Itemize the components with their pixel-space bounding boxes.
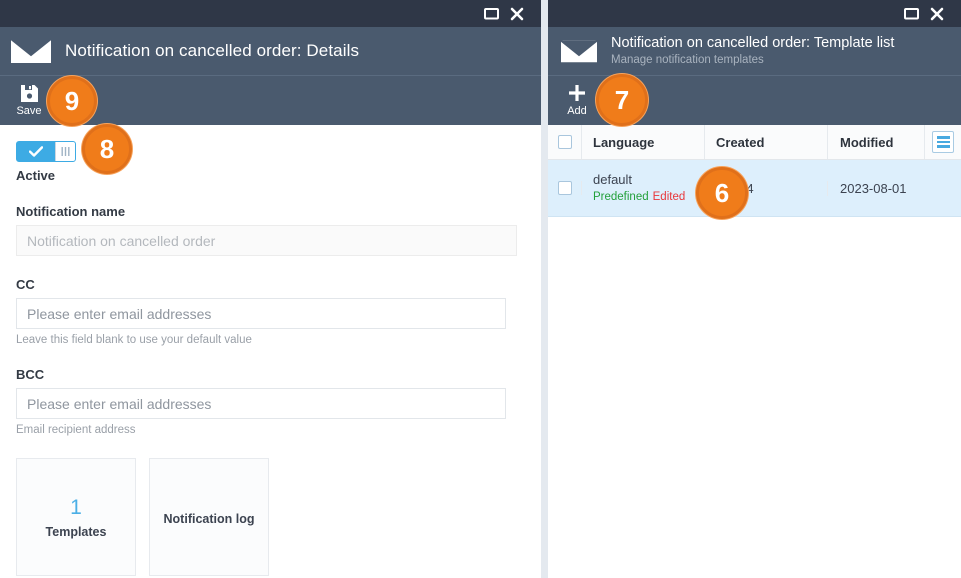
page-title: Notification on cancelled order: Details [65, 41, 360, 60]
cell-modified: 2023-08-01 [828, 181, 925, 196]
envelope-icon [10, 38, 52, 63]
select-all-cell [548, 125, 582, 159]
cc-label: CC [16, 277, 35, 292]
notification-name-group: Notification name [16, 204, 541, 256]
cell-language: default Predefined Edited [582, 172, 705, 204]
save-button-label: Save [16, 104, 42, 117]
envelope-icon [560, 39, 598, 62]
right-panel-header: Notification on cancelled order: Templat… [548, 27, 961, 75]
active-toggle[interactable] [16, 141, 76, 162]
templates-tile-label: Templates [45, 525, 107, 539]
row-modified-value: 2023-08-01 [840, 180, 907, 196]
row-select-cell [548, 181, 582, 195]
column-header-modified[interactable]: Modified [828, 125, 925, 159]
left-header-text: Notification on cancelled order: Details [65, 41, 359, 61]
bcc-hint: Email recipient address [16, 424, 136, 436]
left-panel-header: Notification on cancelled order: Details [0, 27, 541, 75]
add-button[interactable]: Add [558, 83, 596, 118]
column-header-created[interactable]: Created [705, 125, 828, 159]
toggle-knob [55, 142, 75, 161]
tag-edited: Edited [652, 191, 686, 203]
column-header-language[interactable]: Language [582, 125, 705, 159]
left-titlebar [0, 0, 541, 27]
table-row[interactable]: default PredefinedEdited -09-24 2023-08-… [548, 160, 961, 217]
step-badge-8: 8 [82, 124, 132, 174]
select-all-checkbox[interactable] [557, 135, 572, 149]
cc-input[interactable] [16, 298, 506, 329]
save-floppy-icon [20, 84, 38, 102]
close-icon[interactable] [504, 0, 530, 27]
notification-name-label: Notification name [16, 204, 126, 219]
table-menu-cell [925, 125, 961, 159]
toggle-check-icon [17, 146, 55, 157]
notification-details-form: Active Notification name CC Leave this f… [0, 125, 541, 578]
details-panel: Notification on cancelled order: Details… [0, 0, 541, 578]
notification-log-tile-label: Notification log [163, 512, 255, 526]
table-header-row: Language Created Modified [548, 125, 961, 160]
step-badge-9: 9 [47, 76, 97, 126]
column-label-created: Created [716, 134, 765, 150]
bcc-group: BCC Email recipient address [16, 367, 541, 436]
tag-predefined: Predefined [593, 191, 649, 203]
notification-name-input[interactable] [16, 225, 517, 256]
templates-table: Language Created Modified default Predef… [548, 125, 961, 217]
panel-divider [541, 0, 548, 578]
template-list-title: Notification on cancelled order: Templat… [611, 34, 895, 51]
row-language-value: default [593, 172, 633, 187]
hamburger-menu-icon[interactable] [932, 131, 954, 153]
add-button-label: Add [567, 105, 587, 117]
row-tags: Predefined Edited [593, 190, 704, 204]
templates-count: 1 [70, 496, 82, 519]
close-icon[interactable] [924, 0, 950, 27]
summary-tiles: 1 Templates Notification log [16, 458, 541, 576]
app-root: Notification on cancelled order: Details… [0, 0, 961, 578]
bcc-input[interactable] [16, 388, 506, 419]
cc-group: CC Leave this field blank to use your de… [16, 277, 541, 346]
template-list-subtitle: Manage notification templates [611, 53, 764, 66]
column-label-modified: Modified [840, 134, 894, 150]
bcc-label: BCC [16, 367, 45, 382]
step-badge-6: 6 [696, 167, 748, 219]
right-titlebar [548, 0, 961, 27]
row-checkbox[interactable] [557, 181, 572, 195]
step-badge-7: 7 [596, 74, 648, 126]
right-header-text: Notification on cancelled order: Templat… [611, 35, 894, 68]
save-button[interactable]: Save [10, 84, 48, 118]
templates-tile[interactable]: 1 Templates [16, 458, 136, 576]
maximize-icon[interactable] [478, 0, 504, 27]
cc-hint: Leave this field blank to use your defau… [16, 334, 252, 346]
column-label-language: Language [593, 134, 655, 150]
plus-icon [569, 85, 585, 101]
notification-log-tile[interactable]: Notification log [149, 458, 269, 576]
maximize-icon[interactable] [898, 0, 924, 27]
